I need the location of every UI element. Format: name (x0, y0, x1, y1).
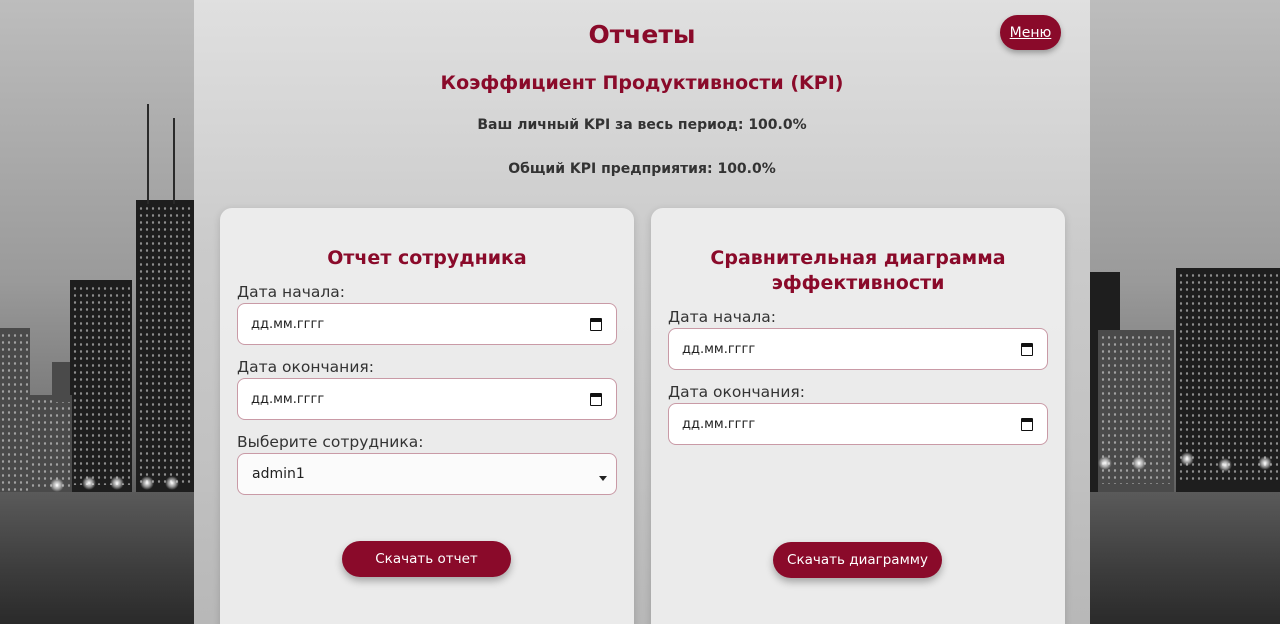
street-light (165, 476, 179, 490)
building (52, 362, 70, 402)
calendar-icon[interactable] (1021, 418, 1033, 431)
page-title: Отчеты (588, 20, 696, 49)
street-light (1132, 456, 1146, 470)
street-light (140, 476, 154, 490)
download-report-button[interactable]: Скачать отчет (342, 541, 511, 577)
start-date-input[interactable]: дд.мм.гггг (668, 328, 1048, 370)
street-light (1258, 456, 1272, 470)
street-light (1098, 456, 1112, 470)
employee-select-value: admin1 (252, 466, 305, 482)
end-date-placeholder: дд.мм.гггг (251, 391, 325, 407)
download-chart-button[interactable]: Скачать диаграмму (773, 542, 942, 578)
calendar-icon[interactable] (590, 393, 602, 406)
end-date-label: Дата окончания: (668, 383, 805, 401)
end-date-input[interactable]: дд.мм.гггг (237, 378, 617, 420)
chevron-down-icon (599, 476, 607, 481)
window-lights (0, 332, 28, 492)
window-lights (138, 205, 192, 485)
antenna (147, 104, 149, 204)
end-date-placeholder: дд.мм.гггг (682, 416, 756, 432)
personal-kpi: Ваш личный KPI за весь период: 100.0% (477, 117, 807, 133)
comparison-chart-card: Сравнительная диаграмма эффективности Да… (651, 208, 1065, 624)
comparison-chart-title-line1: Сравнительная диаграмма (710, 247, 1006, 269)
employee-select-label: Выберите сотрудника: (237, 433, 424, 451)
end-date-label: Дата окончания: (237, 358, 374, 376)
start-date-input[interactable]: дд.мм.гггг (237, 303, 617, 345)
start-date-placeholder: дд.мм.гггг (251, 316, 325, 332)
antenna (173, 118, 175, 204)
window-lights (1178, 272, 1278, 482)
reports-panel: Отчеты Меню Коэффициент Продуктивности (… (194, 0, 1090, 624)
start-date-label: Дата начала: (237, 283, 345, 301)
company-kpi: Общий KPI предприятия: 100.0% (508, 161, 776, 177)
kpi-title: Коэффициент Продуктивности (KPI) (440, 72, 844, 94)
start-date-placeholder: дд.мм.гггг (682, 341, 756, 357)
start-date-label: Дата начала: (668, 308, 776, 326)
street-light (110, 476, 124, 490)
window-lights (72, 285, 130, 485)
employee-select[interactable]: admin1 (237, 453, 617, 495)
employee-report-title: Отчет сотрудника (327, 247, 527, 269)
calendar-icon[interactable] (1021, 343, 1033, 356)
menu-button[interactable]: Меню (1000, 15, 1061, 50)
street-light (50, 478, 64, 492)
employee-report-card: Отчет сотрудника Дата начала: дд.мм.гггг… (220, 208, 634, 624)
end-date-input[interactable]: дд.мм.гггг (668, 403, 1048, 445)
calendar-icon[interactable] (590, 318, 602, 331)
window-lights (30, 398, 70, 488)
comparison-chart-title-line2: эффективности (771, 272, 945, 294)
street-light (82, 476, 96, 490)
street-light (1180, 452, 1194, 466)
street-light (1218, 458, 1232, 472)
